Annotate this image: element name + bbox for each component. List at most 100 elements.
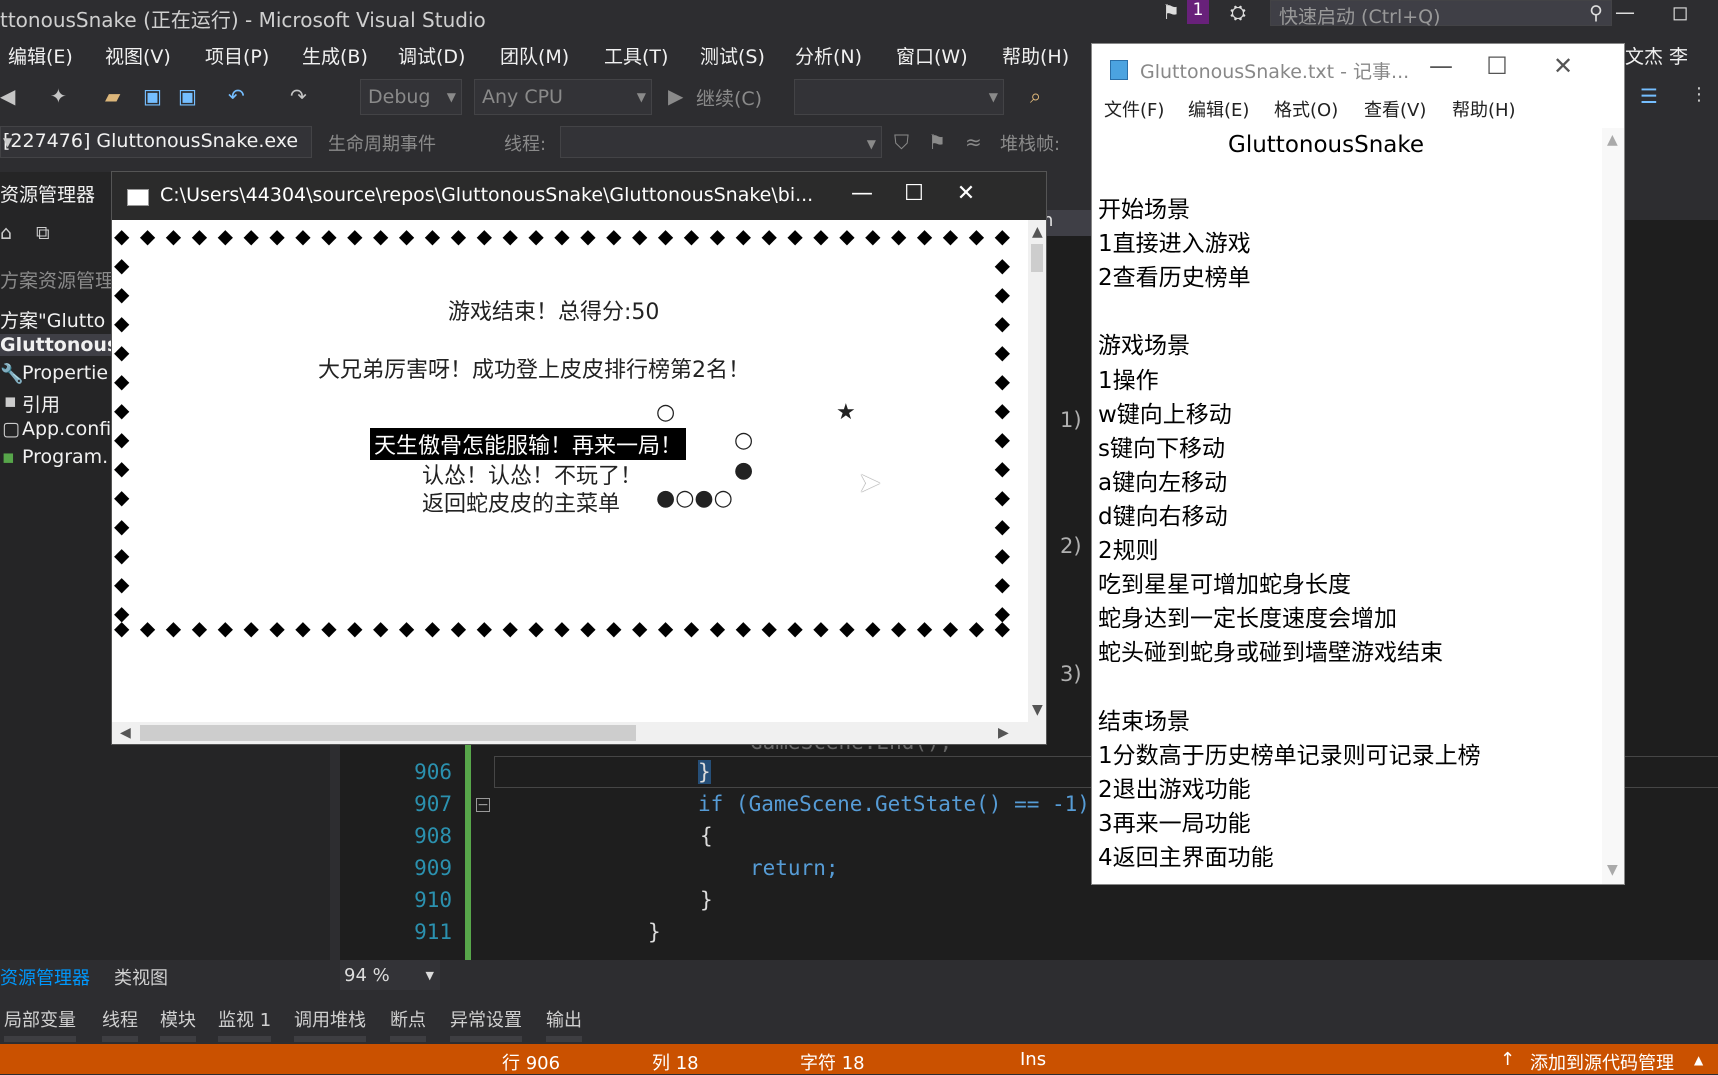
tab-exceptions[interactable]: 异常设置 (450, 1006, 522, 1042)
tab-class-view[interactable]: 类视图 (114, 964, 168, 990)
scroll-thumb[interactable] (1031, 244, 1043, 272)
tab-locals[interactable]: 局部变量 (4, 1006, 76, 1042)
tab-solution-explorer[interactable]: 资源管理器 (0, 964, 90, 990)
scroll-thumb[interactable] (140, 725, 636, 741)
config-dropdown[interactable]: Debug ▼ (360, 79, 462, 115)
scroll-down-icon[interactable]: ▼ (1032, 702, 1043, 718)
solution-search-input[interactable]: 方案资源管理 (0, 266, 114, 293)
line-number: 906 (414, 760, 452, 784)
notepad-maximize-button[interactable]: ☐ (1472, 52, 1522, 80)
menu-edit[interactable]: 编辑(E) (8, 42, 73, 69)
lifecycle-events[interactable]: 生命周期事件 (328, 130, 436, 156)
notepad-menu-format[interactable]: 格式(O) (1274, 96, 1338, 122)
undo-icon[interactable]: ↶ (228, 84, 245, 108)
notepad-title-bar[interactable]: GluttonousSnake.txt - 记事... — ☐ ✕ (1092, 44, 1624, 92)
console-minimize-button[interactable]: — (840, 181, 884, 206)
account-name[interactable]: 文杰 李 (1625, 42, 1688, 69)
console-vertical-scrollbar[interactable]: ▲ ▼ (1028, 220, 1046, 722)
option-main-menu[interactable]: 返回蛇皮皮的主菜单 (422, 486, 620, 518)
notepad-window[interactable]: GluttonousSnake.txt - 记事... — ☐ ✕ 文件(F) … (1092, 44, 1624, 884)
border-diamond: ◆ (839, 224, 855, 248)
notepad-vertical-scrollbar[interactable]: ▲ ▼ (1602, 128, 1624, 884)
scroll-down-icon[interactable]: ▼ (1607, 862, 1618, 878)
process-dropdown[interactable]: [227476] GluttonousSnake.exe ▼ (0, 126, 312, 158)
scroll-left-icon[interactable]: ◀ (120, 725, 131, 741)
maximize-button[interactable]: ◻ (1660, 0, 1700, 26)
notepad-menu-bar: 文件(F) 编辑(E) 格式(O) 查看(V) 帮助(H) (1092, 92, 1624, 124)
filter-icon[interactable]: ⛉ (894, 130, 909, 154)
continue-button[interactable]: 继续(C) (696, 84, 762, 111)
tab-call-stack[interactable]: 调用堆栈 (294, 1006, 366, 1042)
platform-dropdown[interactable]: Any CPU ▼ (474, 79, 652, 115)
notification-flag-icon[interactable]: ⚑ (1162, 0, 1180, 24)
menu-test[interactable]: 测试(S) (700, 42, 765, 69)
find-in-files-icon[interactable]: ⌕ (1030, 84, 1041, 108)
redo-icon[interactable]: ↷ (290, 84, 307, 108)
console-maximize-button[interactable]: ☐ (892, 181, 936, 206)
tree-item-references[interactable]: 引用 (22, 390, 60, 417)
console-title-bar[interactable]: C:\Users\44304\source\repos\GluttonousSn… (112, 172, 1046, 220)
border-diamond: ◆ (114, 427, 130, 451)
flag-threads-icon[interactable]: ⚑ (928, 130, 946, 154)
open-folder-icon[interactable]: ▰ (105, 84, 120, 108)
notification-badge[interactable]: 1 (1187, 0, 1209, 24)
continue-play-icon[interactable]: ▶ (668, 84, 683, 108)
option-play-again[interactable]: 天生傲骨怎能服输！再来一局！ (370, 428, 687, 460)
menu-project[interactable]: 项目(P) (205, 42, 269, 69)
border-diamond: ◆ (942, 224, 959, 248)
menu-analyze[interactable]: 分析(N) (795, 42, 862, 69)
menu-build[interactable]: 生成(B) (302, 42, 368, 69)
back-icon[interactable]: ◀ (0, 84, 15, 108)
notepad-menu-view[interactable]: 查看(V) (1364, 96, 1426, 122)
toolbar-menu-icon[interactable]: ⋮ (1690, 84, 1708, 105)
home-icon[interactable]: ⌂ (0, 222, 12, 244)
border-diamond: ◆ (994, 253, 1010, 277)
notepad-minimize-button[interactable]: — (1416, 52, 1466, 80)
notepad-text-area[interactable]: GluttonousSnake 开始场景 1直接进入游戏 2查看历史榜单 游戏场景 1操… (1092, 128, 1602, 884)
notepad-line: 1分数高于历史榜单记录则可记录上榜 (1098, 742, 1481, 769)
target-dropdown[interactable]: ▼ (794, 79, 1004, 115)
tree-item-solution[interactable]: 方案"Glutto (0, 306, 105, 333)
menu-view[interactable]: 视图(V) (105, 42, 171, 69)
scroll-up-icon[interactable]: ▲ (1607, 132, 1618, 148)
minimize-button[interactable]: — (1605, 0, 1645, 26)
tab-output[interactable]: 输出 (546, 1006, 582, 1042)
menu-team[interactable]: 团队(M) (500, 42, 569, 69)
tab-threads[interactable]: 线程 (102, 1006, 138, 1042)
toolbar-overflow-icon[interactable]: ☰ (1640, 84, 1658, 108)
feedback-icon[interactable]: ⛭ (1230, 0, 1246, 24)
border-diamond: ◆ (139, 224, 156, 248)
save-icon[interactable]: ▣ (143, 84, 162, 108)
new-project-icon[interactable]: ✦ (50, 84, 67, 108)
scroll-right-icon[interactable]: ▶ (998, 725, 1009, 741)
quick-launch-input[interactable]: 快速启动 (Ctrl+Q) ⚲ (1270, 0, 1612, 28)
tab-watch[interactable]: 监视 1 (218, 1006, 272, 1042)
menu-tools[interactable]: 工具(T) (604, 42, 668, 69)
border-diamond: ◆ (114, 282, 130, 306)
notepad-close-button[interactable]: ✕ (1538, 52, 1588, 80)
tree-item-appconfig[interactable]: App.confi (22, 418, 111, 440)
thread-dropdown[interactable]: ▼ (560, 126, 882, 158)
notepad-menu-edit[interactable]: 编辑(E) (1188, 96, 1249, 122)
menu-window[interactable]: 窗口(W) (896, 42, 968, 69)
notepad-menu-file[interactable]: 文件(F) (1104, 96, 1164, 122)
save-all-icon[interactable]: ▣ (178, 84, 197, 108)
add-source-control-button[interactable]: 添加到源代码管理 (1530, 1049, 1674, 1075)
menu-debug[interactable]: 调试(D) (398, 42, 465, 69)
tree-item-properties[interactable]: Propertie (22, 362, 108, 384)
show-threads-icon[interactable]: ≈ (965, 130, 982, 154)
tab-modules[interactable]: 模块 (160, 1006, 196, 1042)
zoom-dropdown[interactable]: 94 % ▼ (340, 960, 440, 990)
console-close-button[interactable]: ✕ (944, 181, 988, 206)
scroll-up-icon[interactable]: ▲ (1032, 224, 1043, 240)
vs-debug-bar: [227476] GluttonousSnake.exe ▼ 生命周期事件 线程… (0, 122, 1100, 160)
change-tracking-bar (465, 745, 471, 960)
collapse-icon[interactable]: − (476, 798, 490, 812)
tab-breakpoints[interactable]: 断点 (390, 1006, 426, 1042)
notepad-menu-help[interactable]: 帮助(H) (1452, 96, 1516, 122)
menu-help[interactable]: 帮助(H) (1002, 42, 1069, 69)
console-window[interactable]: C:\Users\44304\source\repos\GluttonousSn… (112, 172, 1046, 744)
switch-view-icon[interactable]: ⧉ (36, 222, 50, 244)
tree-item-program[interactable]: Program. (22, 446, 108, 468)
console-horizontal-scrollbar[interactable]: ◀ ▶ (112, 722, 1046, 744)
